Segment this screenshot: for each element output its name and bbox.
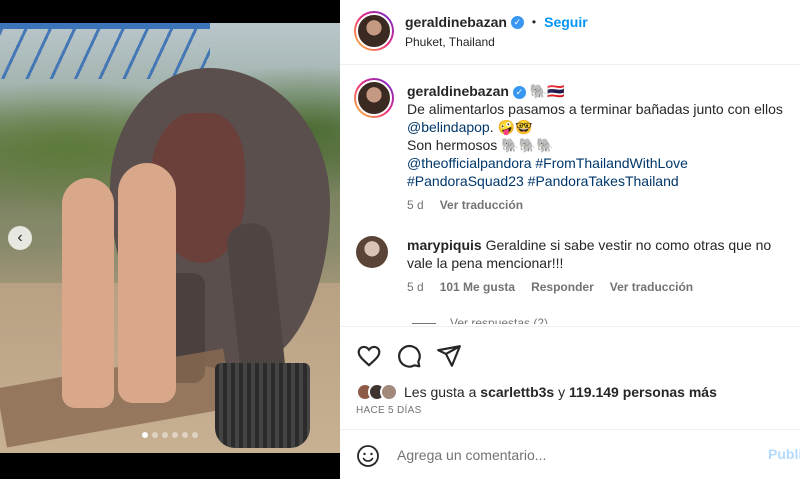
carousel-dots [0, 432, 340, 438]
caption-line-2: @belindapop. 🤪🤓 [407, 118, 792, 136]
hashtag-link[interactable]: #PandoraTakesThailand [528, 173, 679, 189]
reply-button[interactable]: Responder [531, 278, 594, 296]
comment-username[interactable]: marypiquis [407, 237, 482, 253]
share-icon[interactable] [436, 343, 462, 369]
carousel-dot [182, 432, 188, 438]
post-actions: Les gusta a scarlettb3s y 119.149 person… [340, 326, 800, 428]
hashtag-link[interactable]: #FromThailandWithLove [535, 155, 688, 171]
comment-time[interactable]: 5 d [407, 278, 424, 296]
likes-prefix: Les gusta a [404, 384, 477, 400]
caption-body: geraldinebazan ✓ 🐘🇹🇭 De alimentarlos pasa… [407, 82, 792, 214]
likes-user[interactable]: scarlettb3s [480, 384, 554, 400]
translate-button[interactable]: Ver traducción [610, 278, 693, 296]
emoji-icon[interactable] [356, 444, 380, 468]
heart-icon[interactable] [356, 343, 382, 369]
chevron-left-icon[interactable]: ‹ [8, 226, 32, 250]
caption-line-3: Son hermosos 🐘🐘🐘 [407, 137, 554, 153]
caption-username[interactable]: geraldinebazan [407, 83, 509, 99]
carousel-dot [152, 432, 158, 438]
verified-icon: ✓ [512, 85, 526, 99]
comment-likes[interactable]: 101 Me gusta [440, 278, 515, 296]
hashtag-link[interactable]: #PandoraSquad23 [407, 173, 524, 189]
follow-button[interactable]: Seguir [544, 14, 588, 30]
comment-body: marypiquis Geraldine si sabe vestir no c… [407, 236, 792, 296]
carousel-dot [192, 432, 198, 438]
likes-text: Les gusta a scarlettb3s y 119.149 person… [404, 384, 717, 400]
post-side-panel: geraldinebazan ✓ • Seguir Phuket, Thaila… [340, 0, 800, 479]
comment-avatar[interactable] [356, 236, 388, 268]
liker-avatar[interactable] [380, 383, 398, 401]
comments-section[interactable]: geraldinebazan ✓ 🐘🇹🇭 De alimentarlos pasa… [340, 66, 800, 324]
post-header: geraldinebazan ✓ • Seguir Phuket, Thaila… [340, 0, 800, 65]
caption-line-1: geraldinebazan ✓ 🐘🇹🇭 [407, 82, 792, 100]
caption-emojis: 🐘🇹🇭 [529, 83, 565, 99]
translate-button[interactable]: Ver traducción [440, 196, 523, 214]
comment-input[interactable] [397, 444, 737, 466]
post-photo[interactable] [0, 23, 340, 453]
post-timestamp[interactable]: HACE 5 DÍAS [356, 405, 422, 416]
caption-meta: 5 d Ver traducción [407, 196, 792, 214]
post-media[interactable]: ‹ [0, 0, 340, 479]
comment-content: marypiquis Geraldine si sabe vestir no c… [407, 236, 792, 272]
carousel-dot [162, 432, 168, 438]
post-location[interactable]: Phuket, Thailand [405, 35, 495, 49]
avatar[interactable] [354, 11, 394, 51]
comment-icon[interactable] [396, 343, 422, 369]
add-comment-bar: Publicar [340, 429, 800, 479]
caption-line-2-rest: . 🤪🤓 [489, 119, 533, 135]
photo-person-left [62, 178, 114, 408]
caption-text: De alimentarlos pasamos a terminar bañad… [407, 101, 783, 117]
caption-line-4: @theofficialpandora #FromThailandWithLov… [407, 154, 792, 172]
carousel-dot [142, 432, 148, 438]
header-name-row: geraldinebazan ✓ • Seguir [405, 14, 588, 30]
header-separator: • [531, 15, 537, 29]
mention-link[interactable]: @theofficialpandora [407, 155, 531, 171]
verified-icon: ✓ [510, 15, 524, 29]
likes-count[interactable]: 119.149 personas más [569, 384, 717, 400]
caption-time[interactable]: 5 d [407, 196, 424, 214]
caption-avatar[interactable] [354, 78, 394, 118]
carousel-dot [172, 432, 178, 438]
mention-link[interactable]: @belindapop [407, 119, 490, 135]
header-username[interactable]: geraldinebazan [405, 14, 507, 30]
comment-meta: 5 d 101 Me gusta Responder Ver traducció… [407, 278, 792, 296]
view-replies-button[interactable]: Ver respuestas (2) [450, 316, 548, 324]
likes-summary: Les gusta a scarlettb3s y 119.149 person… [356, 383, 717, 401]
publish-button[interactable]: Publicar [768, 446, 800, 462]
likes-middle: y [558, 384, 566, 400]
caption-line-5: #PandoraSquad23 #PandoraTakesThailand [407, 172, 792, 190]
photo-person-right [118, 163, 176, 403]
